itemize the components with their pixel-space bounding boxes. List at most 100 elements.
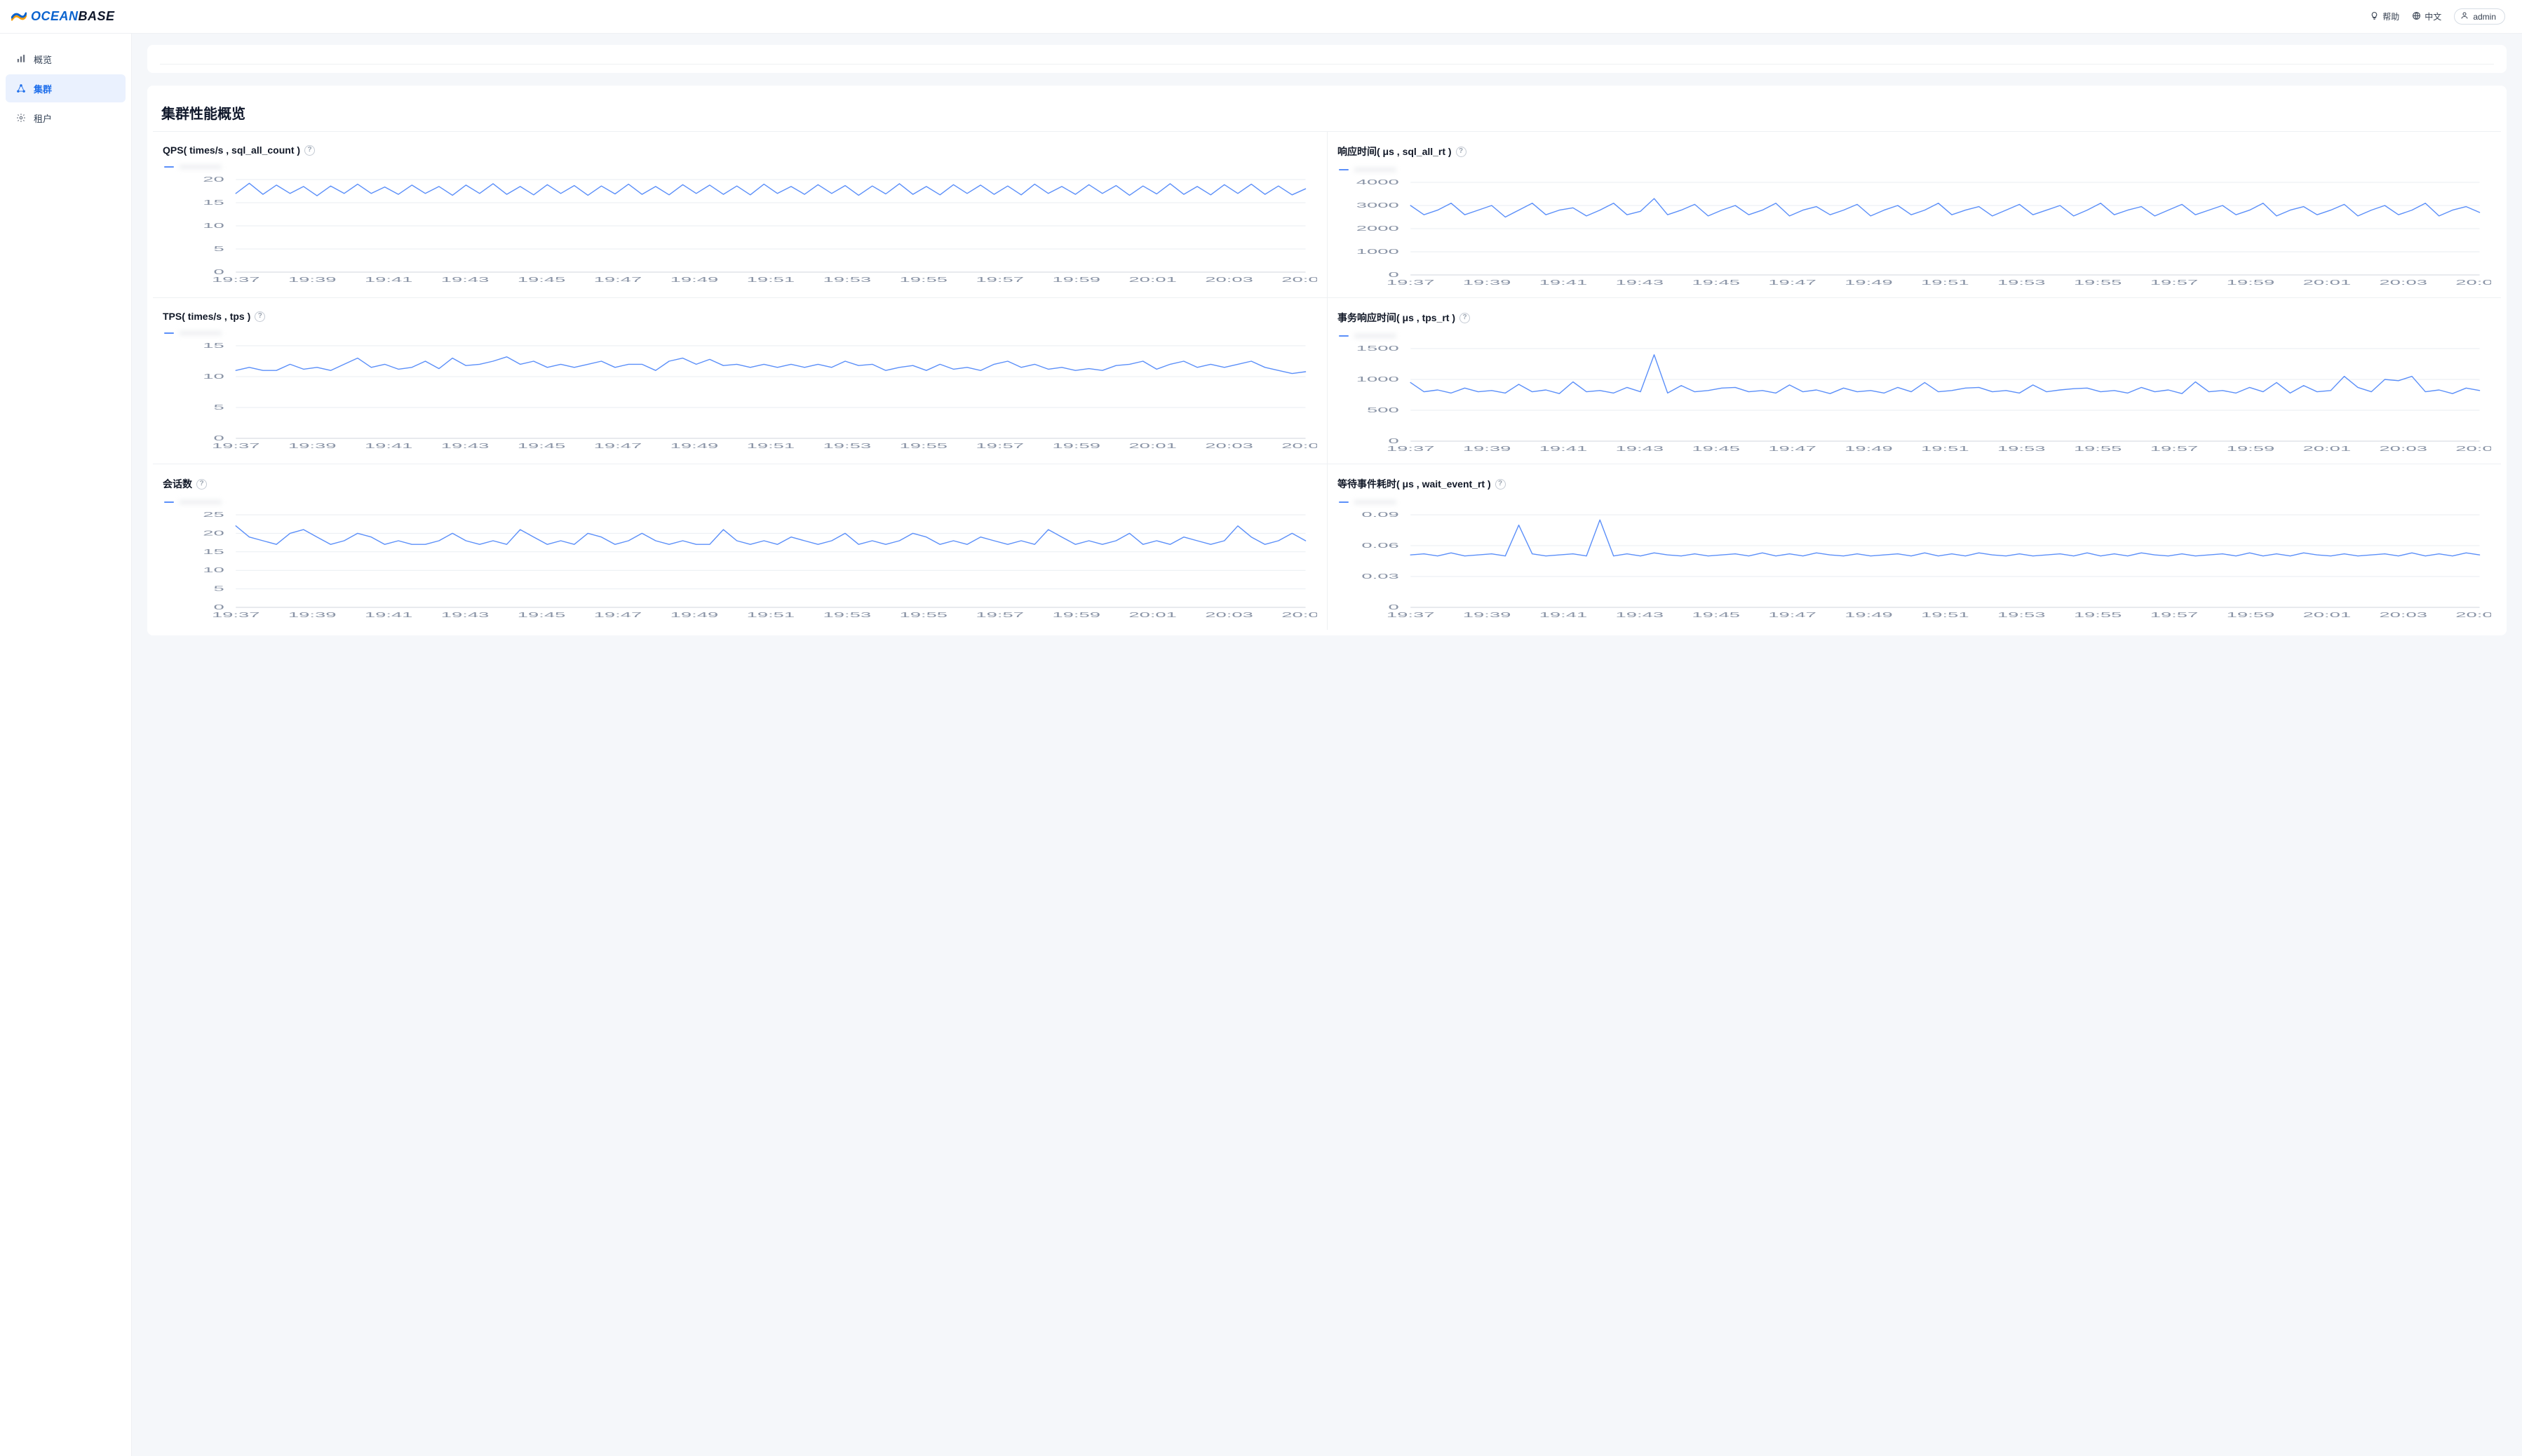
help-icon[interactable]: ? (196, 479, 207, 490)
svg-text:20:03: 20:03 (2379, 445, 2427, 452)
divider (160, 64, 2494, 65)
help-icon[interactable]: ? (1456, 147, 1466, 157)
svg-text:19:45: 19:45 (1692, 278, 1740, 286)
svg-text:0: 0 (1388, 437, 1398, 445)
svg-text:20:05: 20:05 (2455, 445, 2491, 452)
svg-text:19:49: 19:49 (1845, 278, 1893, 286)
brand-icon (11, 11, 27, 22)
svg-text:19:49: 19:49 (1845, 611, 1893, 619)
svg-text:0: 0 (1388, 603, 1398, 611)
help-icon[interactable]: ? (1459, 313, 1470, 323)
svg-text:20:03: 20:03 (1205, 442, 1253, 450)
svg-text:19:59: 19:59 (1052, 611, 1100, 619)
svg-text:19:47: 19:47 (1768, 278, 1816, 286)
chart-plot-area[interactable]: 050010001500 19:3719:3919:4119:4319:4519… (1337, 344, 2491, 457)
svg-text:19:43: 19:43 (1616, 445, 1664, 452)
svg-text:10: 10 (203, 222, 224, 229)
svg-text:2000: 2000 (1356, 224, 1399, 232)
svg-text:19:53: 19:53 (1997, 445, 2046, 452)
svg-text:19:55: 19:55 (2074, 611, 2122, 619)
svg-text:19:55: 19:55 (2074, 278, 2122, 286)
sidebar-item-cluster[interactable]: 集群 (6, 74, 126, 102)
language-switch[interactable]: 中文 (2412, 11, 2441, 22)
svg-text:19:49: 19:49 (670, 442, 719, 450)
svg-text:19:57: 19:57 (976, 276, 1024, 283)
svg-text:19:41: 19:41 (1539, 278, 1588, 286)
svg-text:19:59: 19:59 (2227, 611, 2275, 619)
svg-text:20: 20 (203, 175, 224, 183)
svg-text:19:39: 19:39 (1463, 611, 1511, 619)
chart-plot-area[interactable]: 05101520 19:3719:3919:4119:4319:4519:471… (163, 175, 1317, 288)
chart-plot-area[interactable]: 01000200030004000 19:3719:3919:4119:4319… (1337, 178, 2491, 290)
svg-text:19:39: 19:39 (288, 276, 337, 283)
svg-text:19:39: 19:39 (1463, 445, 1511, 452)
svg-text:19:57: 19:57 (976, 611, 1024, 619)
help-icon[interactable]: ? (255, 311, 265, 322)
cluster-nodes-icon (15, 83, 27, 94)
svg-text:15: 15 (203, 548, 224, 555)
svg-text:19:51: 19:51 (1921, 278, 1969, 286)
chart-legend[interactable]: xxxxxxxxxx (1339, 166, 2491, 174)
chart-title-text: 会话数 (163, 477, 192, 491)
chart-plot-area[interactable]: 051015 19:3719:3919:4119:4319:4519:4719:… (163, 342, 1317, 454)
svg-text:19:47: 19:47 (594, 442, 642, 450)
svg-text:19:41: 19:41 (365, 611, 413, 619)
header-right: 帮助 中文 admin (2370, 8, 2505, 25)
svg-text:5: 5 (214, 585, 224, 593)
svg-text:19:55: 19:55 (899, 611, 948, 619)
sidebar-item-label: 概览 (34, 53, 52, 66)
svg-text:19:55: 19:55 (2074, 445, 2122, 452)
svg-text:19:55: 19:55 (899, 442, 948, 450)
chart-plot-area[interactable]: 00.030.060.09 19:3719:3919:4119:4319:451… (1337, 511, 2491, 623)
svg-text:20:01: 20:01 (1128, 276, 1177, 283)
help-icon[interactable]: ? (1495, 479, 1506, 490)
sidebar-item-label: 租户 (34, 112, 52, 125)
svg-text:19:49: 19:49 (1845, 445, 1893, 452)
sidebar: 概览 集群 租户 (0, 34, 132, 1456)
svg-text:19:57: 19:57 (2150, 445, 2199, 452)
chart-title-text: 等待事件耗时( μs , wait_event_rt ) (1337, 477, 1491, 491)
performance-panel: 集群性能概览 QPS( times/s , sql_all_count ) ? … (147, 86, 2507, 635)
svg-text:19:51: 19:51 (1921, 611, 1969, 619)
chart-plot-area[interactable]: 0510152025 19:3719:3919:4119:4319:4519:4… (163, 511, 1317, 623)
bulb-icon (2370, 11, 2379, 22)
legend-label-masked: xxxxxxxxxx (1354, 498, 1396, 506)
chart-legend[interactable]: xxxxxxxxxx (164, 498, 1317, 506)
svg-text:20:03: 20:03 (1205, 276, 1253, 283)
svg-text:20:05: 20:05 (1281, 276, 1317, 283)
svg-text:19:37: 19:37 (212, 611, 260, 619)
chart-legend[interactable]: xxxxxxxxxx (164, 329, 1317, 337)
svg-text:19:37: 19:37 (212, 276, 260, 283)
sidebar-item-tenant[interactable]: 租户 (6, 104, 126, 132)
svg-text:10: 10 (203, 372, 224, 380)
globe-icon (2412, 11, 2421, 22)
sidebar-item-label: 集群 (34, 82, 52, 95)
svg-text:0: 0 (214, 603, 224, 611)
svg-text:19:43: 19:43 (441, 442, 490, 450)
chart-legend[interactable]: xxxxxxxxxx (1339, 498, 2491, 506)
chart-legend[interactable]: xxxxxxxxxx (164, 163, 1317, 171)
svg-text:0.06: 0.06 (1361, 541, 1398, 549)
svg-text:19:37: 19:37 (1387, 445, 1435, 452)
user-menu[interactable]: admin (2454, 8, 2505, 25)
sidebar-item-overview[interactable]: 概览 (6, 45, 126, 73)
svg-text:20:05: 20:05 (2455, 278, 2491, 286)
svg-text:1500: 1500 (1356, 344, 1399, 352)
gear-icon (15, 112, 27, 123)
legend-swatch (164, 332, 174, 334)
user-icon (2460, 11, 2469, 22)
help-icon[interactable]: ? (304, 145, 315, 156)
svg-text:19:59: 19:59 (2227, 278, 2275, 286)
svg-text:19:37: 19:37 (212, 442, 260, 450)
svg-text:0: 0 (214, 268, 224, 276)
svg-text:19:49: 19:49 (670, 276, 719, 283)
help-link[interactable]: 帮助 (2370, 11, 2399, 22)
legend-label-masked: xxxxxxxxxx (180, 163, 222, 171)
main-content: 集群性能概览 QPS( times/s , sql_all_count ) ? … (132, 34, 2522, 1456)
svg-text:19:59: 19:59 (1052, 276, 1100, 283)
svg-text:19:39: 19:39 (1463, 278, 1511, 286)
chart-legend[interactable]: xxxxxxxxxx (1339, 332, 2491, 340)
svg-text:20:01: 20:01 (1128, 442, 1177, 450)
svg-text:19:49: 19:49 (670, 611, 719, 619)
upper-card-remainder (147, 45, 2507, 73)
